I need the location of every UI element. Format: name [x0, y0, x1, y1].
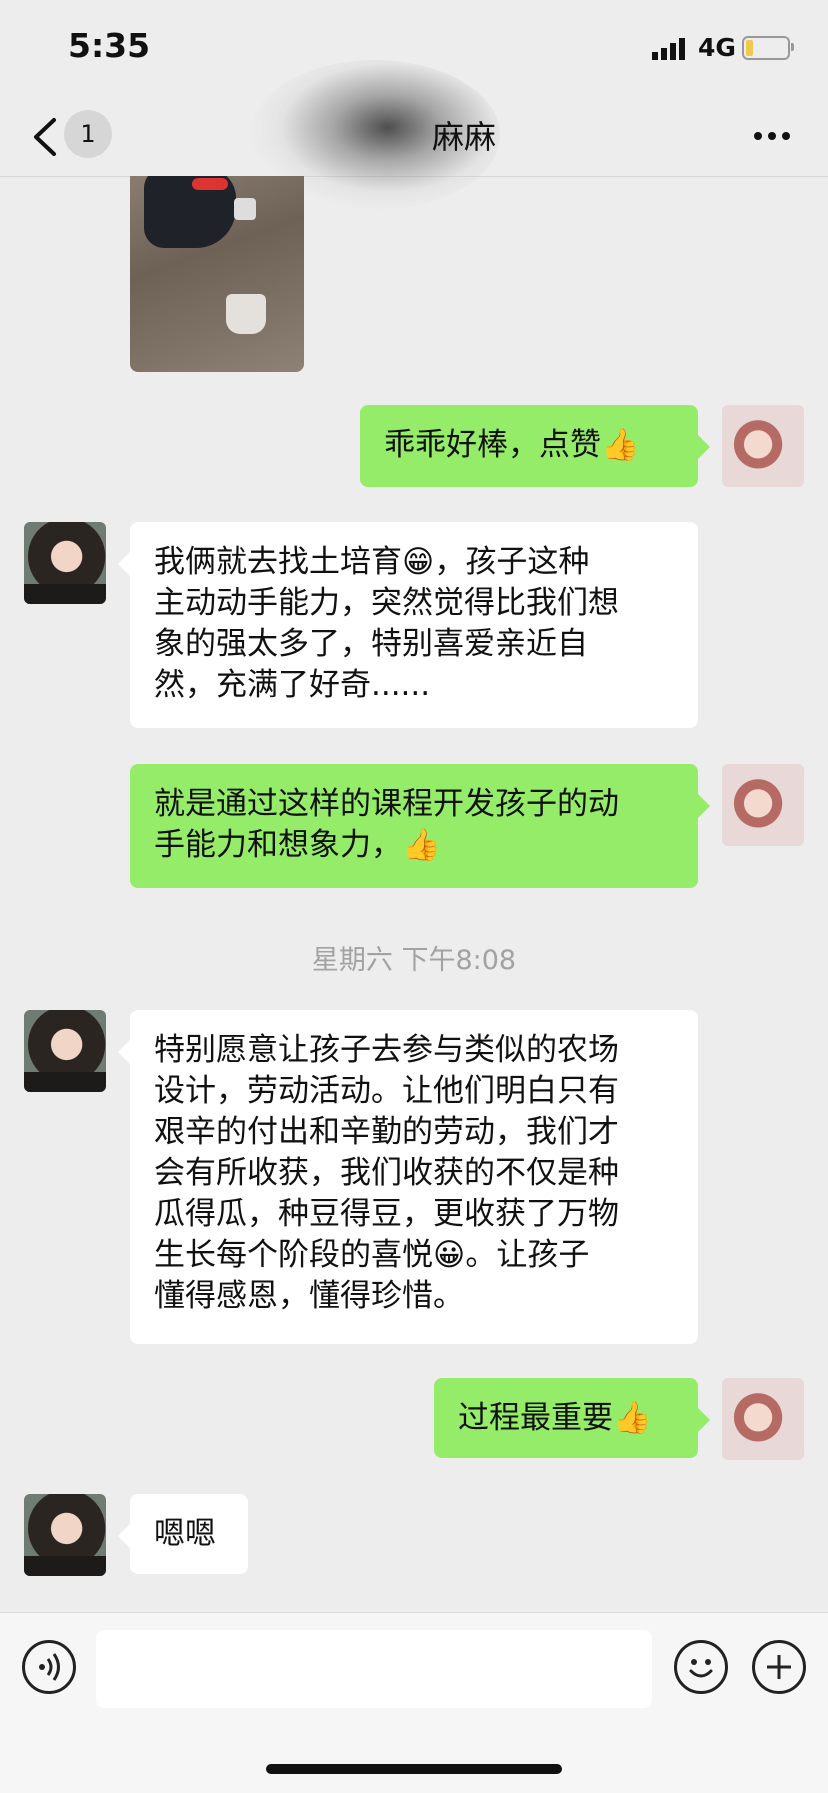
home-indicator	[266, 1764, 562, 1774]
avatar[interactable]	[722, 405, 804, 487]
incoming-message[interactable]: 我俩就去找土培育😁，孩子这种 主动动手能力，突然觉得比我们想 象的强太多了，特别…	[118, 522, 698, 728]
avatar[interactable]	[24, 522, 106, 604]
more-icon[interactable]	[752, 126, 792, 146]
chat-title: 麻麻	[432, 118, 497, 156]
network-type: 4G	[698, 33, 736, 62]
avatar[interactable]	[722, 764, 804, 846]
signal-icon	[652, 38, 685, 60]
chevron-left-icon[interactable]	[26, 112, 66, 162]
avatar[interactable]	[722, 1378, 804, 1460]
avatar[interactable]	[24, 1010, 106, 1092]
emoji-icon[interactable]	[674, 1640, 728, 1694]
outgoing-message[interactable]: 乖乖好棒，点赞👍	[360, 405, 710, 487]
shared-photo[interactable]	[130, 176, 304, 372]
voice-icon[interactable]	[22, 1640, 76, 1694]
avatar[interactable]	[24, 1494, 106, 1576]
plus-icon[interactable]	[752, 1640, 806, 1694]
incoming-message[interactable]: 嗯嗯	[118, 1494, 248, 1574]
status-time: 5:35	[68, 26, 151, 65]
chat-header: 1 麻麻	[0, 60, 828, 210]
battery-cap	[791, 43, 794, 51]
outgoing-message[interactable]: 过程最重要👍	[434, 1378, 710, 1458]
incoming-message[interactable]: 特别愿意让孩子去参与类似的农场 设计，劳动活动。让他们明白只有 艰辛的付出和辛勤…	[118, 1010, 698, 1344]
message-timestamp: 星期六 下午8:08	[311, 945, 517, 976]
unread-badge[interactable]: 1	[64, 110, 112, 158]
message-input[interactable]	[96, 1630, 652, 1708]
battery-icon	[742, 36, 790, 60]
outgoing-message[interactable]: 就是通过这样的课程开发孩子的动 手能力和想象力，👍	[130, 764, 710, 888]
